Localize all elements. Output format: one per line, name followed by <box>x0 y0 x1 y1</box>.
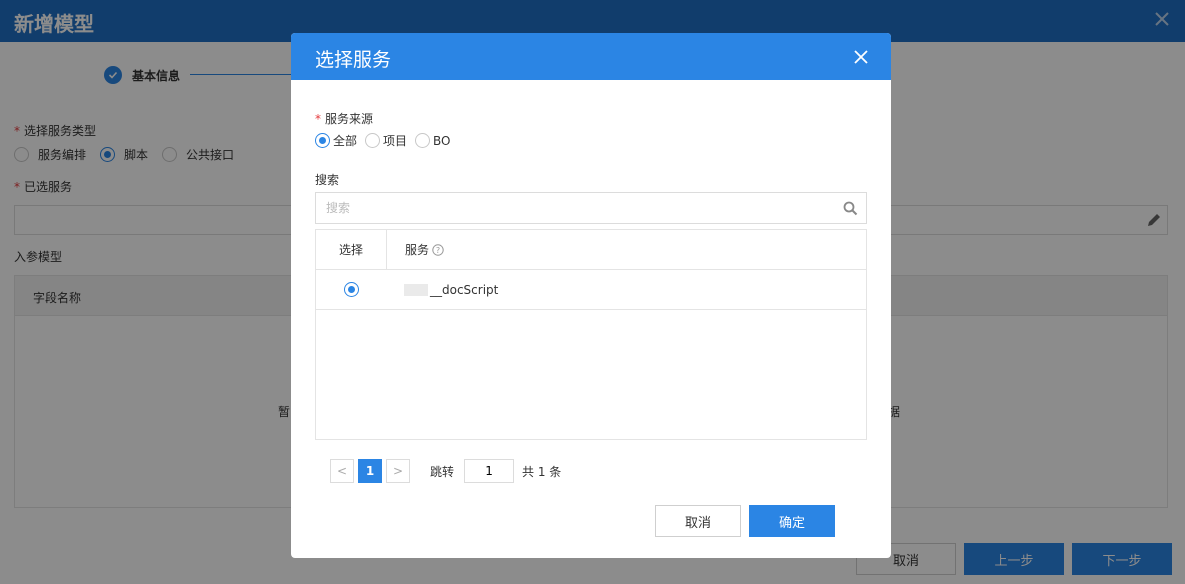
confirm-button[interactable]: 确定 <box>749 505 835 537</box>
row-service-cell: __docScript <box>387 270 866 309</box>
radio-source-all[interactable] <box>315 133 330 148</box>
redacted-block <box>404 283 428 296</box>
search-icon[interactable] <box>843 201 858 216</box>
header-service: 服务 ? <box>387 230 866 269</box>
row-select-cell <box>316 270 387 309</box>
search-box <box>315 192 867 224</box>
search-input[interactable] <box>316 193 826 223</box>
service-table: 选择 服务 ? __docScript <box>315 229 867 440</box>
service-source-label: * 服务来源 <box>315 112 374 126</box>
svg-text:?: ? <box>436 246 440 255</box>
header-select: 选择 <box>316 230 387 269</box>
select-service-modal: 选择服务 *服务来源 全部 项目 BO 搜索 选择 服务 ? __docScri… <box>291 33 891 558</box>
service-name: __docScript <box>430 282 499 297</box>
pagination: < 1 > 跳转 共 1 条 <box>330 459 561 483</box>
prev-page-button[interactable]: < <box>330 459 354 483</box>
next-page-button[interactable]: > <box>386 459 410 483</box>
row-select-radio[interactable] <box>344 282 359 297</box>
jump-label: 跳转 <box>430 464 455 479</box>
table-header: 选择 服务 ? <box>316 230 866 270</box>
cancel-button[interactable]: 取消 <box>655 505 741 537</box>
modal-header: 选择服务 <box>291 33 891 80</box>
close-icon[interactable] <box>853 49 869 65</box>
search-label: 搜索 <box>315 173 340 187</box>
help-icon[interactable]: ? <box>432 243 444 256</box>
radio-source-project[interactable] <box>365 133 381 148</box>
service-source-radio-group: 全部 项目 BO <box>315 132 459 149</box>
jump-page-input[interactable] <box>464 459 515 483</box>
radio-source-bo[interactable] <box>415 133 431 148</box>
page-number-current[interactable]: 1 <box>358 459 382 483</box>
modal-title: 选择服务 <box>315 49 392 71</box>
total-count: 共 1 条 <box>522 464 562 479</box>
table-row[interactable]: __docScript <box>316 270 866 310</box>
